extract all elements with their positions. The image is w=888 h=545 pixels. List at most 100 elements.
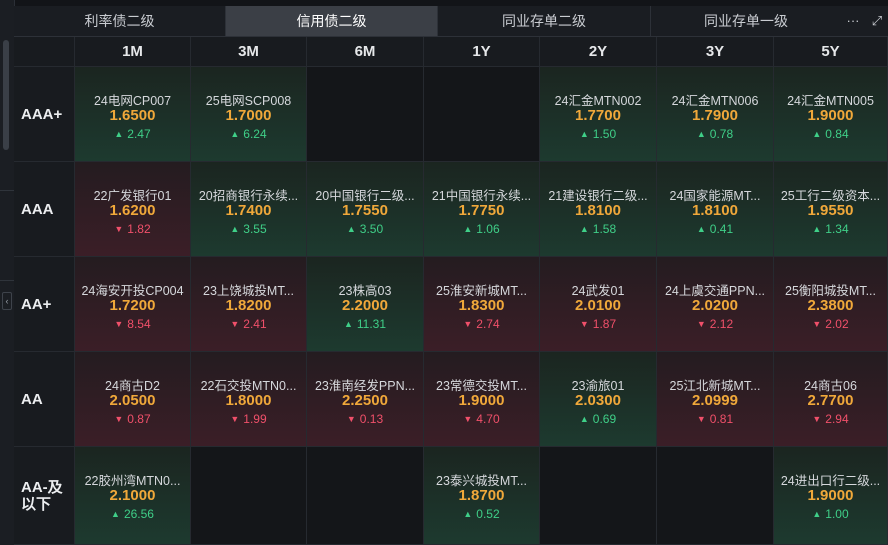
column-header-3y[interactable]: 3Y — [657, 37, 774, 67]
bond-cell[interactable]: 24商古06 2.7700 ▼ 2.94 — [774, 352, 888, 447]
bond-cell[interactable]: 23渝旅01 2.0300 ▲ 0.69 — [540, 352, 657, 447]
bond-cell[interactable]: 24进出口行二级... 1.9000 ▲ 1.00 — [774, 447, 888, 545]
row-header: AA-及以下 — [14, 447, 75, 545]
bond-cell[interactable]: 20中国银行二级... 1.7550 ▲ 3.50 — [307, 162, 424, 257]
change-value: 3.55 — [243, 222, 267, 236]
bond-cell[interactable]: 24武发01 2.0100 ▼ 1.87 — [540, 257, 657, 352]
empty-cell — [307, 447, 424, 545]
bond-cell[interactable]: 22石交投MTN0... 1.8000 ▼ 1.99 — [191, 352, 307, 447]
change-value: 8.54 — [127, 317, 151, 331]
rail-divider — [0, 280, 14, 281]
more-icon[interactable]: ··· — [842, 6, 864, 36]
bond-cell[interactable]: 21建设银行二级... 1.8100 ▲ 1.58 — [540, 162, 657, 257]
bond-cell[interactable]: 25淮安新城MT... 1.8300 ▼ 2.74 — [424, 257, 540, 352]
triangle-up-icon: ▲ — [346, 224, 356, 234]
yield-change: ▲ 6.24 — [191, 127, 306, 141]
column-header-2y[interactable]: 2Y — [540, 37, 657, 67]
column-header-1y[interactable]: 1Y — [424, 37, 540, 67]
bond-cell[interactable]: 22胶州湾MTN0... 2.1000 ▲ 26.56 — [75, 447, 191, 545]
change-value: 11.31 — [356, 317, 387, 331]
row-header: AA+ — [14, 257, 75, 352]
yield-change: ▲ 1.50 — [540, 127, 656, 141]
bond-yield: 1.9000 — [807, 487, 854, 504]
yield-change: ▲ 0.52 — [424, 507, 539, 521]
bond-cell[interactable]: 24汇金MTN006 1.7900 ▲ 0.78 — [657, 67, 774, 162]
triangle-down-icon: ▼ — [114, 319, 124, 329]
bond-cell[interactable]: 23泰兴城投MT... 1.8700 ▲ 0.52 — [424, 447, 540, 545]
tab-ncd-primary[interactable]: 同业存单一级 — [651, 6, 841, 36]
bond-cell[interactable]: 21中国银行永续... 1.7750 ▲ 1.06 — [424, 162, 540, 257]
bond-yield: 1.8200 — [225, 297, 272, 314]
bond-cell[interactable]: 23株高03 2.2000 ▲ 11.31 — [307, 257, 424, 352]
triangle-down-icon: ▼ — [579, 319, 589, 329]
yield-change: ▲ 3.50 — [307, 222, 423, 236]
bond-cell[interactable]: 20招商银行永续... 1.7400 ▲ 3.55 — [191, 162, 307, 257]
bond-yield: 2.0300 — [575, 392, 621, 409]
collapse-handle-icon[interactable]: ‹ — [2, 292, 12, 310]
change-value: 26.56 — [123, 507, 154, 521]
bond-cell[interactable]: 24国家能源MT... 1.8100 ▲ 0.41 — [657, 162, 774, 257]
triangle-up-icon: ▲ — [696, 129, 706, 139]
bond-yield: 2.0200 — [692, 297, 738, 314]
bond-yield: 2.3800 — [807, 297, 854, 314]
yield-change: ▲ 1.58 — [540, 222, 656, 236]
bond-cell[interactable]: 24汇金MTN002 1.7700 ▲ 1.50 — [540, 67, 657, 162]
tab-ncd-secondary[interactable]: 同业存单二级 — [438, 6, 651, 36]
scrollbar-thumb[interactable] — [3, 40, 9, 150]
bond-yield: 1.8000 — [225, 392, 272, 409]
bond-cell[interactable]: 23淮南经发PPN... 2.2500 ▼ 0.13 — [307, 352, 424, 447]
triangle-up-icon: ▲ — [463, 224, 473, 234]
column-header-1m[interactable]: 1M — [75, 37, 191, 67]
bond-cell[interactable]: 24商古D2 2.0500 ▼ 0.87 — [75, 352, 191, 447]
tab-credit-bonds-secondary[interactable]: 信用债二级 — [226, 6, 438, 36]
yield-change: ▲ 0.41 — [657, 222, 773, 236]
yield-change: ▼ 8.54 — [75, 317, 190, 331]
triangle-up-icon: ▲ — [230, 224, 240, 234]
bond-cell[interactable]: 25电网SCP008 1.7000 ▲ 6.24 — [191, 67, 307, 162]
change-value: 0.41 — [709, 222, 734, 236]
expand-icon[interactable]: ⤢ — [866, 6, 888, 36]
bond-cell[interactable]: 25衡阳城投MT... 2.3800 ▼ 2.02 — [774, 257, 888, 352]
tab-rate-bonds-secondary[interactable]: 利率债二级 — [14, 6, 226, 36]
bond-yield: 2.2500 — [342, 392, 388, 409]
bond-yield: 1.8300 — [458, 297, 505, 314]
rail-divider — [0, 190, 14, 191]
yield-change: ▲ 0.69 — [540, 412, 656, 426]
bond-yield: 1.6500 — [109, 107, 156, 124]
bond-yield: 1.9550 — [807, 202, 854, 219]
change-value: 1.87 — [592, 317, 617, 331]
bond-cell[interactable]: 23常德交投MT... 1.9000 ▼ 4.70 — [424, 352, 540, 447]
bond-yield: 2.0999 — [692, 392, 738, 409]
triangle-up-icon: ▲ — [812, 509, 822, 519]
yield-change: ▼ 0.87 — [75, 412, 190, 426]
change-value: 0.81 — [709, 412, 734, 426]
yield-change: ▲ 2.47 — [75, 127, 190, 141]
bond-cell[interactable]: 25工行二级资本... 1.9550 ▲ 1.34 — [774, 162, 888, 257]
bond-yield: 1.7000 — [225, 107, 272, 124]
bond-cell[interactable]: 23上饶城投MT... 1.8200 ▼ 2.41 — [191, 257, 307, 352]
change-value: 1.58 — [592, 222, 617, 236]
empty-cell — [191, 447, 307, 545]
bond-cell[interactable]: 22广发银行01 1.6200 ▼ 1.82 — [75, 162, 191, 257]
triangle-down-icon: ▼ — [346, 414, 356, 424]
triangle-down-icon: ▼ — [696, 319, 706, 329]
row-header: AA — [14, 352, 75, 447]
column-header-5y[interactable]: 5Y — [774, 37, 888, 67]
triangle-up-icon: ▲ — [343, 319, 353, 329]
triangle-up-icon: ▲ — [812, 224, 822, 234]
bond-cell[interactable]: 24电网CP007 1.6500 ▲ 2.47 — [75, 67, 191, 162]
yield-change: ▼ 2.41 — [191, 317, 306, 331]
yield-change: ▼ 2.02 — [774, 317, 887, 331]
triangle-up-icon: ▲ — [463, 509, 473, 519]
change-value: 2.41 — [243, 317, 267, 331]
bond-yield: 1.8700 — [458, 487, 505, 504]
yield-change: ▲ 26.56 — [75, 507, 190, 521]
bond-cell[interactable]: 24汇金MTN005 1.9000 ▲ 0.84 — [774, 67, 888, 162]
bond-cell[interactable]: 24海安开投CP004 1.7200 ▼ 8.54 — [75, 257, 191, 352]
bond-yield: 1.9000 — [458, 392, 505, 409]
bond-cell[interactable]: 25江北新城MT... 2.0999 ▼ 0.81 — [657, 352, 774, 447]
column-header-6m[interactable]: 6M — [307, 37, 424, 67]
bond-cell[interactable]: 24上虞交通PPN... 2.0200 ▼ 2.12 — [657, 257, 774, 352]
column-header-3m[interactable]: 3M — [191, 37, 307, 67]
triangle-down-icon: ▼ — [230, 414, 240, 424]
